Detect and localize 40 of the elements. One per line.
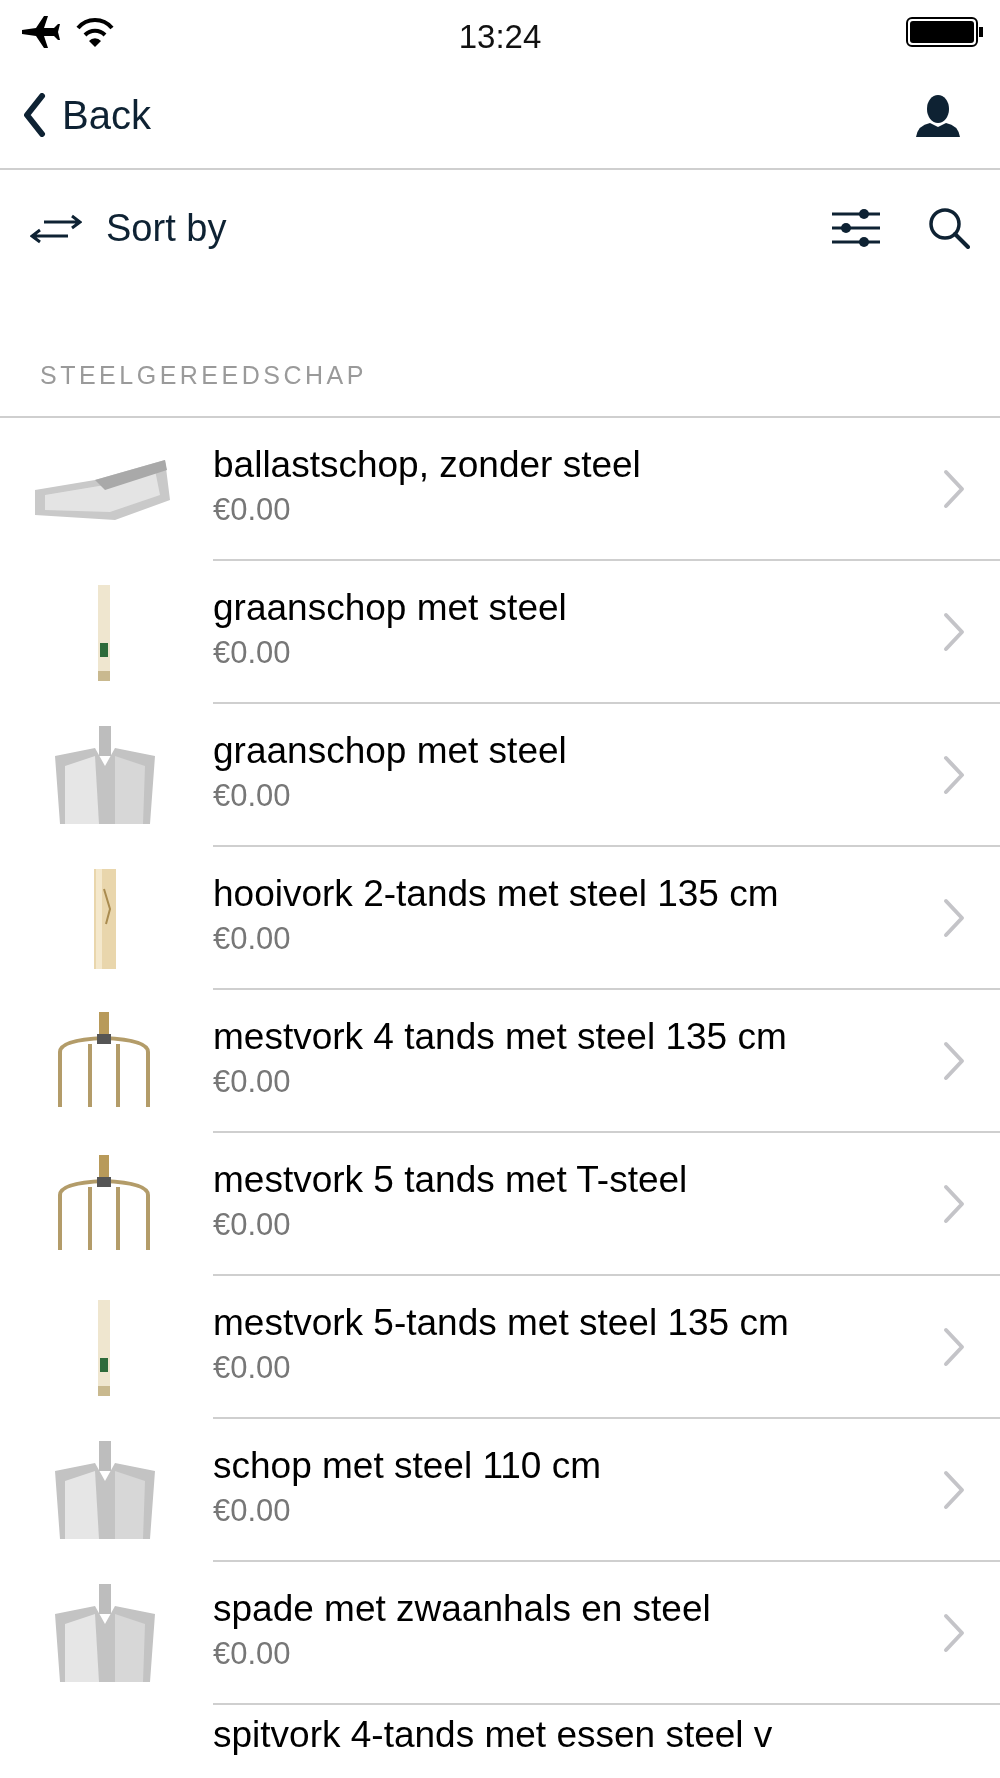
airplane-icon [20,14,60,50]
chevron-right-icon [943,897,965,938]
product-price: €0.00 [213,1349,292,1388]
product-name: mestvork 4 tands met steel 135 cm [213,1015,787,1060]
chevron-right-icon [943,611,965,652]
product-price: €0.00 [213,777,292,816]
filter-icon[interactable] [832,208,880,248]
wifi-icon [76,16,114,48]
product-name: graanschop met steel [213,586,567,631]
back-button[interactable]: Back [22,85,151,145]
product-price: €0.00 [213,634,292,673]
product-name: schop met steel 110 cm [213,1444,601,1489]
section-title: STEELGEREEDSCHAP [40,359,367,391]
sort-button[interactable]: Sort by [30,199,227,257]
product-name: mestvork 5 tands met T-steel [213,1158,688,1203]
product-price: €0.00 [213,1492,292,1531]
chevron-right-icon [943,1469,965,1510]
product-name: hooivork 2-tands met steel 135 cm [213,872,779,917]
chevron-right-icon [943,1612,965,1653]
search-icon[interactable] [928,207,970,249]
product-name: spitvork 4-tands met essen steel v [213,1713,773,1757]
chevron-right-icon [943,468,965,509]
product-price: €0.00 [213,1063,292,1102]
chevron-right-icon [943,1183,965,1224]
product-name: ballastschop, zonder steel [213,443,641,488]
battery-icon [906,17,984,47]
chevron-right-icon [943,754,965,795]
user-icon[interactable] [916,93,960,137]
chevron-left-icon [22,93,46,137]
swap-arrows-icon [30,212,82,244]
product-price: €0.00 [213,1635,292,1674]
product-name: spade met zwaanhals en steel [213,1587,711,1632]
chevron-right-icon [943,1326,965,1367]
status-time: 13:24 [458,17,542,57]
product-price: €0.00 [213,920,292,959]
product-price: €0.00 [213,491,292,530]
product-name: mestvork 5-tands met steel 135 cm [213,1301,789,1346]
product-name: graanschop met steel [213,729,567,774]
chevron-right-icon [943,1040,965,1081]
product-price: €0.00 [213,1206,292,1245]
